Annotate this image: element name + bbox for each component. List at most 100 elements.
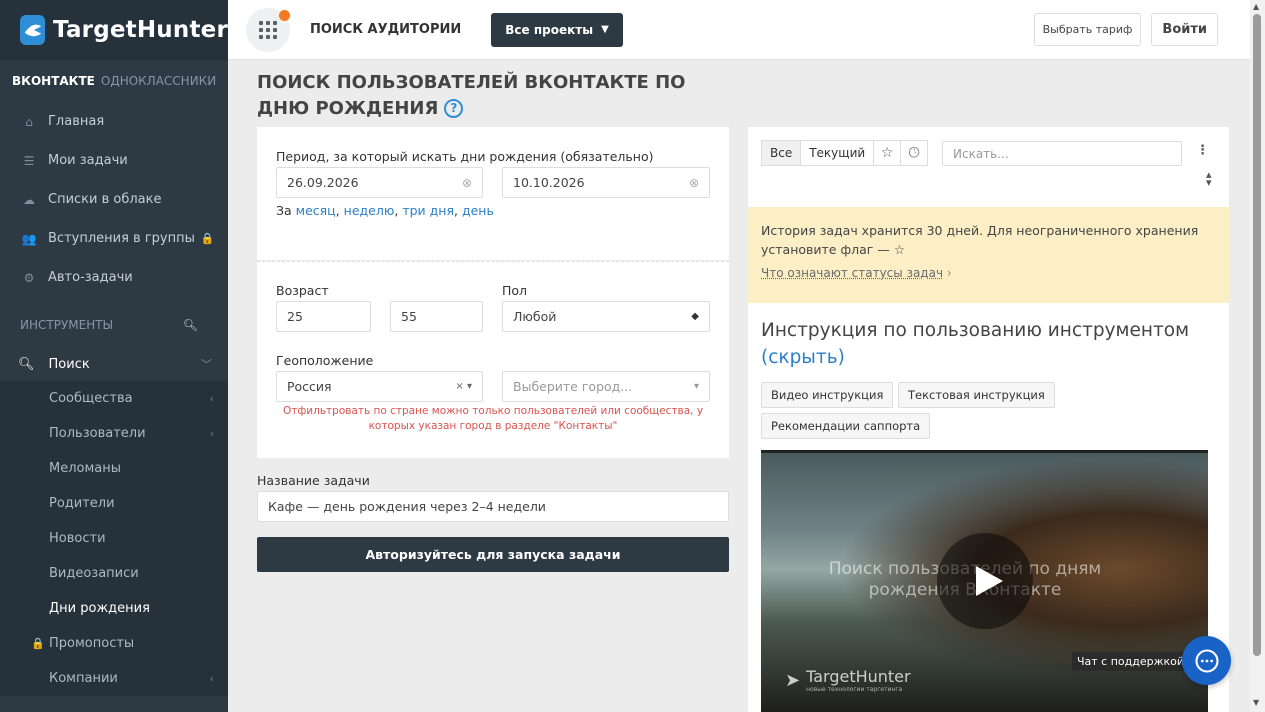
tab-all[interactable]: Все — [761, 140, 802, 166]
apps-menu-button[interactable] — [246, 7, 290, 52]
sort-icon[interactable]: ▴ ▾ — [1206, 169, 1212, 188]
list-icon: ☰ — [23, 153, 35, 168]
sidebar-item-search[interactable]: 🔍︎ Поиск ﹀ — [0, 347, 228, 381]
history-notice: История задач хранится 30 дней. Для неог… — [748, 207, 1229, 303]
home-icon: ⌂ — [25, 114, 33, 129]
age-from-input[interactable]: 25 — [276, 301, 371, 332]
sidebar-subitem-users[interactable]: Пользователи ‹ — [0, 416, 228, 451]
page-title: ПОИСК ПОЛЬЗОВАТЕЛЕЙ ВКОНТАКТЕ ПО ДНЮ РОЖ… — [257, 70, 717, 122]
chevron-left-icon: ‹ — [209, 427, 214, 440]
instruction-title-text: Инструкция по пользованию инструментом — [761, 320, 1190, 341]
task-search-input[interactable]: Искать... — [942, 141, 1182, 166]
chevron-left-icon: ‹ — [209, 672, 214, 685]
sidebar-subitem-communities[interactable]: Сообщества ‹ — [0, 381, 228, 416]
sort-icon: ◆ — [691, 311, 699, 322]
projects-label: Все проекты — [505, 22, 594, 37]
period-label: Период, за который искать дни рождения (… — [276, 149, 654, 164]
date-from-input[interactable]: 26.09.2026 ⊗ — [276, 167, 483, 198]
hide-instruction-link[interactable]: (скрыть) — [761, 347, 845, 368]
task-name-input[interactable]: Кафе — день рождения через 2–4 недели — [257, 491, 729, 522]
geo-hint: Отфильтровать по стране можно только пол… — [282, 405, 704, 432]
date-to-input[interactable]: 10.10.2026 ⊗ — [502, 167, 710, 198]
chevron-down-icon: ﹀ — [201, 358, 212, 371]
sidebar-item-autotasks[interactable]: ⚙ Авто-задачи — [0, 258, 228, 297]
star-icon[interactable]: ☆ — [873, 140, 902, 166]
logo[interactable]: TargetHunter — [0, 0, 228, 60]
search-icon: 🔍︎ — [18, 356, 35, 372]
gender-select[interactable]: Любой ◆ — [502, 301, 710, 332]
country-value: Россия — [287, 379, 332, 394]
sidebar-item-cloud[interactable]: ☁ Списки в облаке — [0, 180, 228, 219]
quick-link-month[interactable]: месяц — [296, 203, 336, 218]
video-logo: ➤ TargetHunter новые технологии таргетин… — [785, 667, 911, 693]
run-task-button[interactable]: Авторизуйтесь для запуска задачи — [257, 537, 729, 572]
sidebar-subitem-label: Родители — [49, 496, 115, 511]
sidebar-subitem-label: Дни рождения — [49, 601, 150, 616]
caret-down-icon: ▼ — [601, 24, 609, 35]
clear-icon[interactable]: ⊗ — [689, 176, 699, 190]
city-select[interactable]: Выберите город... ▾ — [502, 371, 710, 402]
logo-icon — [20, 15, 46, 45]
tools-section-label: ИНСТРУМЕНТЫ — [20, 318, 114, 332]
network-ok[interactable]: ОДНОКЛАССНИКИ — [101, 74, 216, 88]
date-from-value: 26.09.2026 — [287, 175, 359, 190]
network-vk[interactable]: ВКОНТАКТЕ — [12, 74, 95, 88]
video-player[interactable]: Поиск пользователей по дням рождения ВКо… — [761, 450, 1208, 712]
quick-link-day[interactable]: день — [462, 203, 494, 218]
main-content: ПОИСК ПОЛЬЗОВАТЕЛЕЙ ВКОНТАКТЕ ПО ДНЮ РОЖ… — [228, 60, 1250, 712]
quick-link-three-days[interactable]: три дня — [402, 203, 454, 218]
clear-caret-icon[interactable]: × ▾ — [455, 381, 472, 392]
gender-value: Любой — [513, 309, 557, 324]
sidebar-subitem-birthdays[interactable]: Дни рождения — [0, 591, 228, 626]
quick-link-week[interactable]: неделю — [344, 203, 395, 218]
sidebar-subitem-label: Компании — [49, 671, 118, 686]
tab-current[interactable]: Текущий — [800, 140, 875, 166]
sidebar-subitem-promoposts[interactable]: 🔒 Промопосты — [0, 626, 228, 661]
statuses-link[interactable]: Что означают статусы задач — [761, 266, 943, 280]
clock-icon[interactable]: 🕓︎ — [900, 140, 929, 166]
age-label: Возраст — [276, 283, 329, 298]
scroll-thumb[interactable] — [1253, 14, 1261, 656]
search-icon[interactable]: 🔍︎ — [183, 318, 198, 332]
sidebar-item-groups[interactable]: 👥 Вступления в группы 🔒 — [0, 219, 228, 258]
clear-icon[interactable]: ⊗ — [462, 176, 472, 190]
sidebar-subitem-companies[interactable]: Компании ‹ — [0, 661, 228, 696]
country-select[interactable]: Россия × ▾ — [276, 371, 483, 402]
choose-tariff-button[interactable]: Выбрать тариф — [1033, 13, 1142, 46]
login-button[interactable]: Войти — [1151, 13, 1218, 46]
quick-period-links: За месяц, неделю, три дня, день — [276, 203, 494, 218]
sidebar-subitem-parents[interactable]: Родители — [0, 486, 228, 521]
sidebar-item-label: Поиск — [48, 356, 90, 372]
gender-label: Пол — [502, 283, 528, 298]
sidebar-subitem-music[interactable]: Меломаны — [0, 451, 228, 486]
section-title: ПОИСК АУДИТОРИИ — [310, 22, 462, 37]
video-logo-subtitle: новые технологии таргетинга — [806, 686, 903, 693]
chat-button[interactable] — [1182, 636, 1231, 685]
task-filter-tabs: Все Текущий ☆ 🕓︎ — [761, 140, 929, 166]
chevron-left-icon: ‹ — [209, 392, 214, 405]
more-icon[interactable]: ⋮ — [1196, 143, 1209, 158]
sidebar-item-home[interactable]: ⌂ Главная — [0, 102, 228, 141]
text-instruction-button[interactable]: Текстовая инструкция — [898, 382, 1055, 408]
video-logo-text: TargetHunter — [806, 667, 911, 686]
play-button[interactable] — [937, 533, 1033, 629]
sidebar-item-label: Мои задачи — [48, 153, 128, 168]
age-to-input[interactable]: 55 — [390, 301, 483, 332]
chat-label[interactable]: Чат с поддержкой — [1072, 652, 1190, 671]
help-icon[interactable]: ? — [444, 98, 464, 118]
play-icon — [976, 566, 1003, 596]
sidebar-subitem-label: Новости — [49, 531, 106, 546]
sidebar-item-label: Авто-задачи — [48, 270, 133, 285]
scroll-up-icon[interactable]: ▲ — [1253, 2, 1259, 11]
lock-icon: 🔒 — [200, 232, 215, 245]
sidebar-subitem-news[interactable]: Новости — [0, 521, 228, 556]
projects-dropdown[interactable]: Все проекты ▼ — [491, 12, 623, 47]
date-to-value: 10.10.2026 — [513, 175, 585, 190]
support-tips-button[interactable]: Рекомендации саппорта — [761, 413, 931, 439]
scroll-down-icon[interactable]: ▼ — [1253, 698, 1259, 707]
sidebar-subitem-videos[interactable]: Видеозаписи — [0, 556, 228, 591]
page-scrollbar[interactable]: ▲ ▼ — [1250, 0, 1265, 712]
sidebar-item-tasks[interactable]: ☰ Мои задачи — [0, 141, 228, 180]
logo-icon: ➤ — [785, 669, 801, 691]
video-instruction-button[interactable]: Видео инструкция — [761, 382, 894, 408]
